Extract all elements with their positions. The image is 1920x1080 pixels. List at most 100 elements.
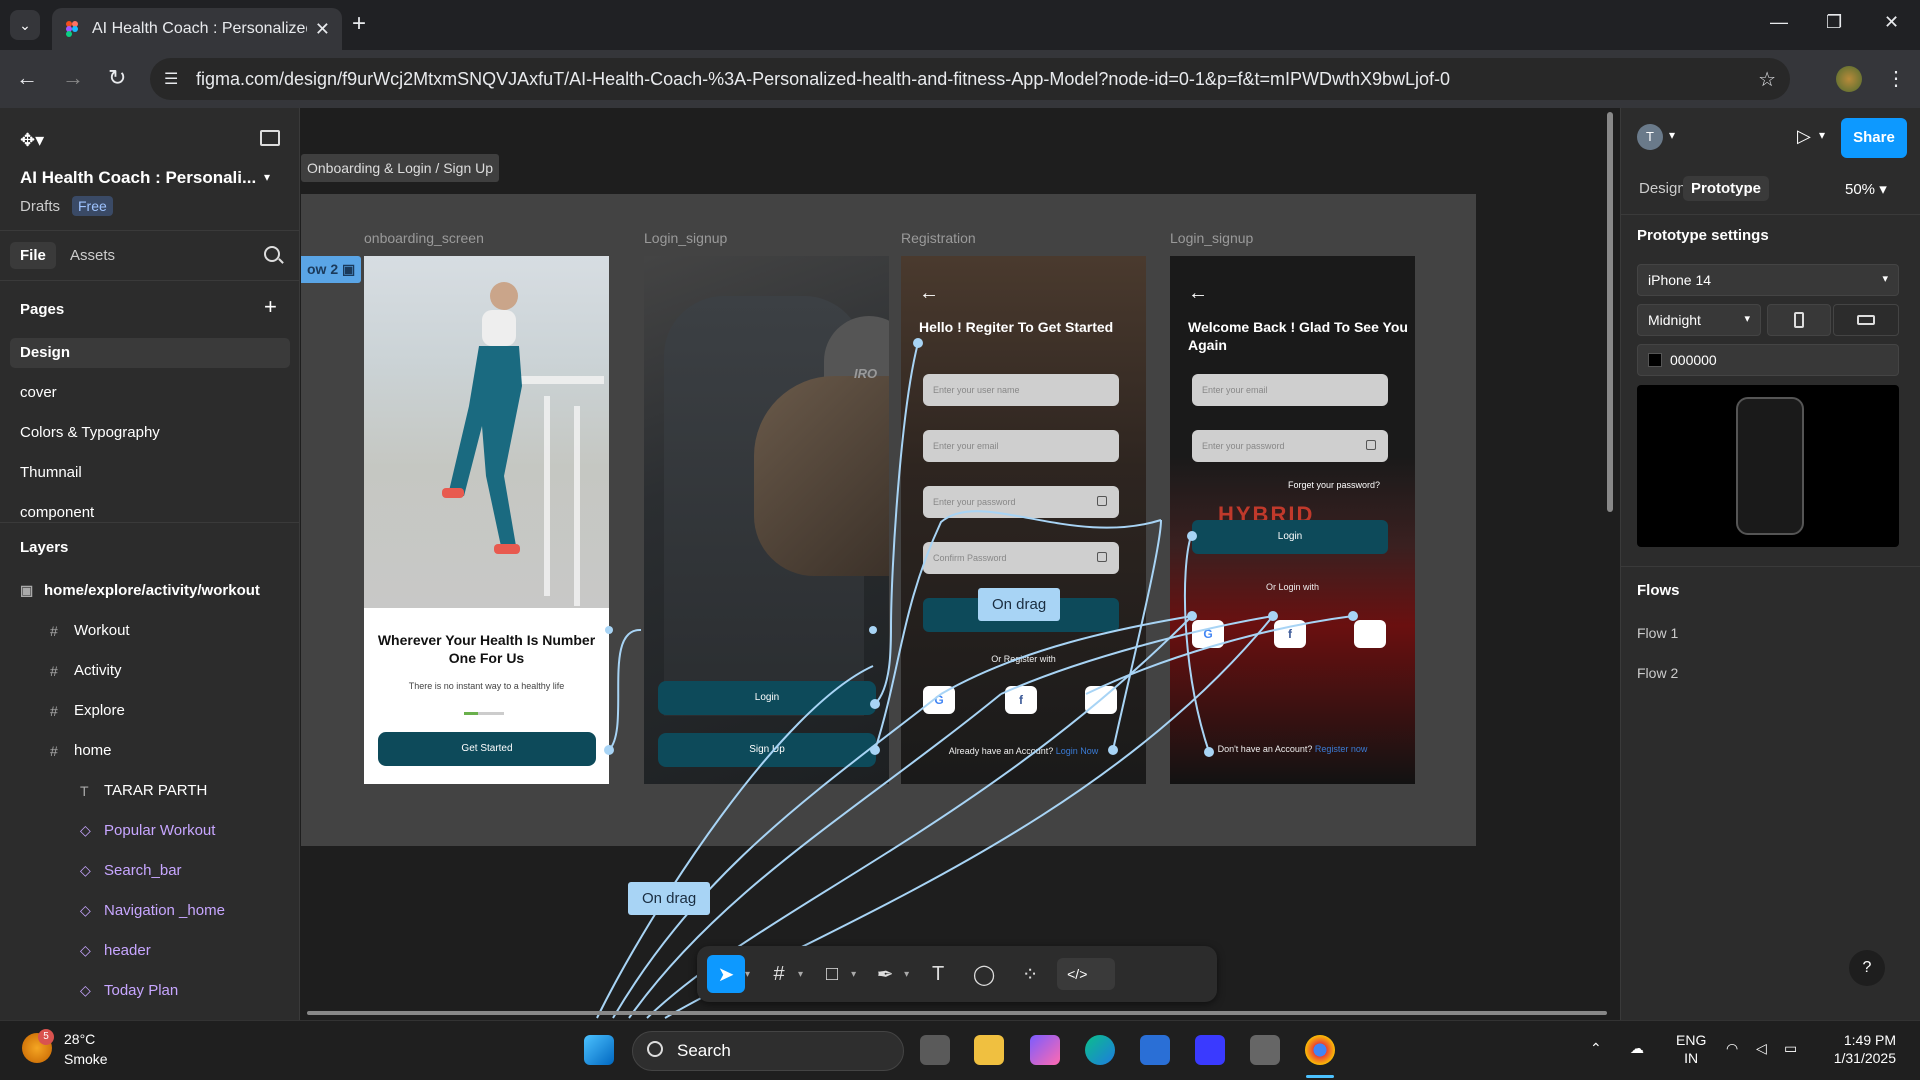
ondrag-trigger-label[interactable]: On drag xyxy=(978,588,1061,621)
connector-node[interactable] xyxy=(604,745,614,755)
chevron-down-icon[interactable]: ▾ xyxy=(798,969,803,980)
chevron-up-icon[interactable]: ⌃ xyxy=(1590,1039,1602,1057)
share-button[interactable]: Share xyxy=(1841,118,1907,158)
tab-search-button[interactable]: ⌄ xyxy=(10,10,40,40)
layer-item[interactable]: ◇ Navigation _home xyxy=(80,902,225,919)
tab-prototype[interactable]: Prototype xyxy=(1683,176,1770,201)
battery-icon[interactable]: ▭ xyxy=(1784,1039,1797,1057)
connector-node[interactable] xyxy=(1268,611,1278,621)
connector-node[interactable] xyxy=(1108,745,1118,755)
horizontal-scrollbar[interactable] xyxy=(307,1011,1607,1015)
connector-node[interactable] xyxy=(870,745,880,755)
app-icon[interactable] xyxy=(1250,1035,1280,1065)
chevron-down-icon[interactable]: ▾ xyxy=(904,969,909,980)
layer-item[interactable]: ◇ Search_bar xyxy=(80,862,182,879)
restore-button[interactable]: ❐ xyxy=(1826,12,1842,33)
landscape-toggle[interactable] xyxy=(1833,304,1899,336)
file-explorer-icon[interactable] xyxy=(974,1035,1004,1065)
language-indicator[interactable]: ENG IN xyxy=(1676,1031,1706,1067)
copilot-icon[interactable] xyxy=(1030,1035,1060,1065)
zoom-level[interactable]: 50% ▾ xyxy=(1845,180,1887,198)
chevron-down-icon[interactable]: ▾ xyxy=(851,969,856,980)
close-window-button[interactable]: ✕ xyxy=(1884,12,1899,33)
portrait-toggle[interactable] xyxy=(1767,304,1831,336)
connector-node[interactable] xyxy=(913,338,923,348)
connector-node[interactable] xyxy=(1187,531,1197,541)
connector-node[interactable] xyxy=(1187,611,1197,621)
profile-avatar[interactable] xyxy=(1836,66,1862,92)
pen-tool-icon[interactable]: ✒ xyxy=(866,955,904,993)
text-tool-icon[interactable]: T xyxy=(919,955,957,993)
ondrag-trigger-label[interactable]: On drag xyxy=(628,882,711,915)
layer-item[interactable]: ◇ Today Plan xyxy=(80,982,178,999)
taskbar-search[interactable]: Search xyxy=(632,1031,904,1071)
device-select[interactable]: iPhone 14 ▾ xyxy=(1637,264,1899,296)
bookmark-star-icon[interactable]: ☆ xyxy=(1758,67,1776,92)
chevron-down-icon[interactable]: ▾ xyxy=(264,170,270,184)
forward-button[interactable]: → xyxy=(62,65,84,91)
flow-item[interactable]: Flow 1 xyxy=(1637,625,1678,641)
rectangle-tool-icon[interactable]: □ xyxy=(813,955,851,993)
back-button[interactable]: ← xyxy=(16,65,38,91)
tab-file[interactable]: File xyxy=(10,242,56,269)
tab-assets[interactable]: Assets xyxy=(60,242,125,269)
layer-item[interactable]: ▣ home/explore/activity/workout xyxy=(20,582,260,599)
frame-tool-icon[interactable]: # xyxy=(760,955,798,993)
design-canvas[interactable]: Onboarding & Login / Sign Up ow 2 ▣ onbo… xyxy=(301,108,1619,1020)
add-page-icon[interactable]: + xyxy=(264,294,277,320)
new-tab-button[interactable]: + xyxy=(352,10,366,38)
layer-item[interactable]: # Activity xyxy=(50,662,122,679)
connector-node[interactable] xyxy=(870,699,880,709)
drafts-label[interactable]: Drafts xyxy=(20,198,60,215)
clock[interactable]: 1:49 PM 1/31/2025 xyxy=(1820,1031,1896,1067)
layer-item[interactable]: ◇ header xyxy=(80,942,151,959)
edge-icon[interactable] xyxy=(1085,1035,1115,1065)
comment-tool-icon[interactable]: ◯ xyxy=(965,955,1003,993)
onedrive-icon[interactable]: ☁ xyxy=(1630,1039,1644,1057)
connector-node[interactable] xyxy=(605,626,613,634)
task-view-icon[interactable] xyxy=(920,1035,950,1065)
layer-item[interactable]: # Explore xyxy=(50,702,125,719)
move-tool-icon[interactable]: ➤ xyxy=(707,955,745,993)
page-component[interactable]: component xyxy=(10,498,290,528)
layer-item[interactable]: ◇ Popular Workout xyxy=(80,822,215,839)
chevron-down-icon[interactable]: ▾ xyxy=(745,969,750,980)
browser-tab[interactable]: AI Health Coach : Personalized ✕ xyxy=(52,8,342,50)
app-icon[interactable] xyxy=(1195,1035,1225,1065)
browser-menu-icon[interactable]: ⋮ xyxy=(1886,66,1906,91)
vertical-scrollbar[interactable] xyxy=(1607,112,1613,512)
connector-node[interactable] xyxy=(1204,747,1214,757)
tab-close-icon[interactable]: ✕ xyxy=(315,19,330,40)
page-design[interactable]: Design xyxy=(10,338,290,368)
weather-temp[interactable]: 28°C xyxy=(64,1031,95,1047)
page-colors-typography[interactable]: Colors & Typography xyxy=(10,418,290,448)
layer-item[interactable]: T TARAR PARTH xyxy=(80,782,207,799)
site-settings-icon[interactable]: ☰ xyxy=(164,69,178,89)
color-swatch[interactable] xyxy=(1648,353,1662,367)
connector-node[interactable] xyxy=(869,626,877,634)
figma-menu-icon[interactable]: ✥▾ xyxy=(20,130,44,151)
volume-icon[interactable]: ◁ xyxy=(1756,1039,1767,1057)
minimize-button[interactable]: — xyxy=(1770,12,1788,33)
chrome-icon[interactable] xyxy=(1305,1035,1335,1065)
page-thumnail[interactable]: Thumnail xyxy=(10,458,290,488)
dev-mode-toggle-icon[interactable]: </> xyxy=(1057,958,1116,990)
background-color-field[interactable]: 000000 xyxy=(1637,344,1899,376)
present-play-icon[interactable]: ▷ xyxy=(1797,126,1811,147)
layer-item[interactable]: # home xyxy=(50,742,112,759)
chevron-down-icon[interactable]: ▾ xyxy=(1669,128,1675,142)
reload-button[interactable]: ↻ xyxy=(108,65,126,91)
start-button[interactable] xyxy=(584,1035,614,1065)
help-button[interactable]: ? xyxy=(1849,950,1885,986)
project-title[interactable]: AI Health Coach : Personali... xyxy=(20,168,256,188)
chevron-down-icon[interactable]: ▾ xyxy=(1819,128,1825,142)
model-select[interactable]: Midnight ▾ xyxy=(1637,304,1761,336)
connector-node[interactable] xyxy=(1348,611,1358,621)
layer-item[interactable]: # Workout xyxy=(50,622,130,639)
search-icon[interactable] xyxy=(264,246,280,262)
store-icon[interactable] xyxy=(1140,1035,1170,1065)
weather-condition[interactable]: Smoke xyxy=(64,1051,108,1067)
user-avatar[interactable]: T xyxy=(1637,124,1663,150)
actions-tool-icon[interactable]: ⁘ xyxy=(1011,955,1049,993)
page-cover[interactable]: cover xyxy=(10,378,290,408)
